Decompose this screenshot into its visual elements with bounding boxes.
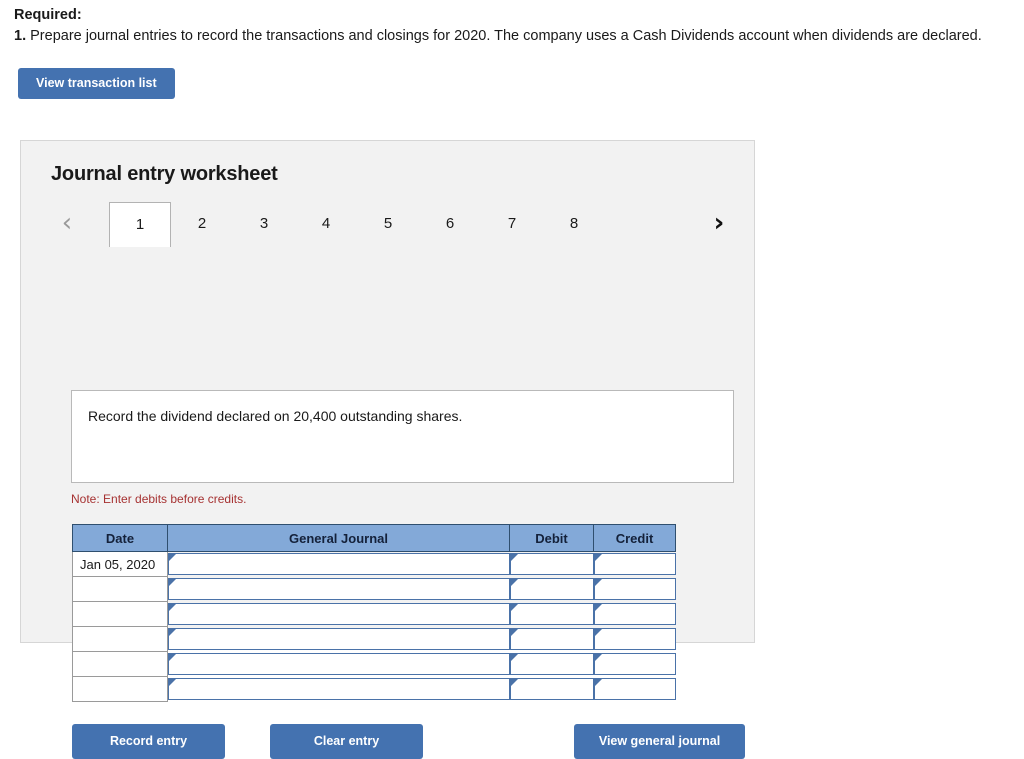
record-entry-button[interactable]: Record entry (72, 724, 225, 759)
worksheet-tab-7[interactable]: 7 (481, 202, 543, 246)
account-field[interactable] (168, 678, 510, 700)
cell-general-journal (168, 552, 510, 577)
credit-field[interactable] (593, 553, 676, 576)
table-header-row: Date General Journal Debit Credit (72, 524, 676, 552)
account-field[interactable] (168, 578, 510, 600)
column-header-debit: Debit (509, 524, 594, 552)
chevron-right-icon[interactable]: › (705, 208, 733, 240)
credit-field[interactable] (593, 678, 676, 700)
worksheet-tab-4[interactable]: 4 (295, 202, 357, 246)
account-field[interactable] (168, 628, 510, 650)
required-item-number: 1. (14, 28, 27, 44)
cell-general-journal (168, 577, 510, 602)
debit-field[interactable] (509, 653, 594, 675)
credit-field[interactable] (593, 628, 676, 650)
cell-credit (593, 677, 676, 702)
cell-credit (593, 652, 676, 677)
table-row (72, 576, 676, 602)
cell-date[interactable] (72, 576, 168, 602)
journal-entry-worksheet-panel: Journal entry worksheet ‹ 12345678 › Rec… (20, 140, 755, 759)
required-section: Required: 1. Prepare journal entries to … (0, 0, 1024, 46)
worksheet-tab-2[interactable]: 2 (171, 202, 233, 246)
chevron-left-icon[interactable]: ‹ (53, 208, 81, 240)
cell-credit (593, 552, 676, 577)
transaction-prompt-box: Record the dividend declared on 20,400 o… (71, 390, 734, 483)
view-transaction-list-button[interactable]: View transaction list (18, 68, 175, 99)
account-field[interactable] (168, 603, 510, 625)
cell-credit (593, 602, 676, 627)
debit-field[interactable] (509, 553, 594, 576)
table-row (72, 676, 676, 702)
worksheet-tab-1[interactable]: 1 (109, 202, 171, 247)
tab-strip: ‹ 12345678 › (21, 202, 754, 247)
debits-before-credits-note: Note: Enter debits before credits. (71, 492, 247, 506)
column-header-general-journal: General Journal (167, 524, 510, 552)
cell-date[interactable]: Jan 05, 2020 (72, 551, 168, 577)
cell-debit (509, 577, 594, 602)
toolbar: View transaction list (0, 46, 1024, 99)
table-row (72, 651, 676, 677)
credit-field[interactable] (593, 578, 676, 600)
cell-general-journal (168, 677, 510, 702)
cell-general-journal (168, 652, 510, 677)
column-header-date: Date (72, 524, 168, 552)
cell-general-journal (168, 602, 510, 627)
cell-debit (509, 652, 594, 677)
cell-date[interactable] (72, 651, 168, 677)
worksheet-tab-5[interactable]: 5 (357, 202, 419, 246)
cell-debit (509, 552, 594, 577)
page-title: Journal entry worksheet (51, 163, 278, 185)
table-row: Jan 05, 2020 (72, 551, 676, 577)
worksheet-tab-3[interactable]: 3 (233, 202, 295, 246)
cell-credit (593, 627, 676, 652)
cell-credit (593, 577, 676, 602)
cell-debit (509, 677, 594, 702)
debit-field[interactable] (509, 678, 594, 700)
table-row (72, 601, 676, 627)
cell-debit (509, 602, 594, 627)
worksheet-tab-8[interactable]: 8 (543, 202, 605, 246)
debit-field[interactable] (509, 578, 594, 600)
journal-entry-table: Date General Journal Debit Credit Jan 05… (72, 524, 676, 702)
required-item: 1. Prepare journal entries to record the… (14, 26, 1010, 46)
worksheet-actions: Record entry Clear entry View general jo… (72, 724, 745, 759)
debit-field[interactable] (509, 628, 594, 650)
view-general-journal-button[interactable]: View general journal (574, 724, 745, 759)
account-field[interactable] (168, 653, 510, 675)
account-field[interactable] (168, 553, 510, 576)
required-item-text: Prepare journal entries to record the tr… (30, 28, 982, 44)
cell-date[interactable] (72, 626, 168, 652)
credit-field[interactable] (593, 603, 676, 625)
cell-general-journal (168, 627, 510, 652)
cell-debit (509, 627, 594, 652)
debit-field[interactable] (509, 603, 594, 625)
clear-entry-button[interactable]: Clear entry (270, 724, 423, 759)
transaction-prompt-text: Record the dividend declared on 20,400 o… (88, 408, 463, 424)
credit-field[interactable] (593, 653, 676, 675)
required-heading: Required: (14, 7, 82, 23)
cell-date[interactable] (72, 676, 168, 702)
worksheet-tabs: 12345678 (109, 202, 605, 247)
column-header-credit: Credit (593, 524, 676, 552)
worksheet-tab-6[interactable]: 6 (419, 202, 481, 246)
table-row (72, 626, 676, 652)
cell-date[interactable] (72, 601, 168, 627)
